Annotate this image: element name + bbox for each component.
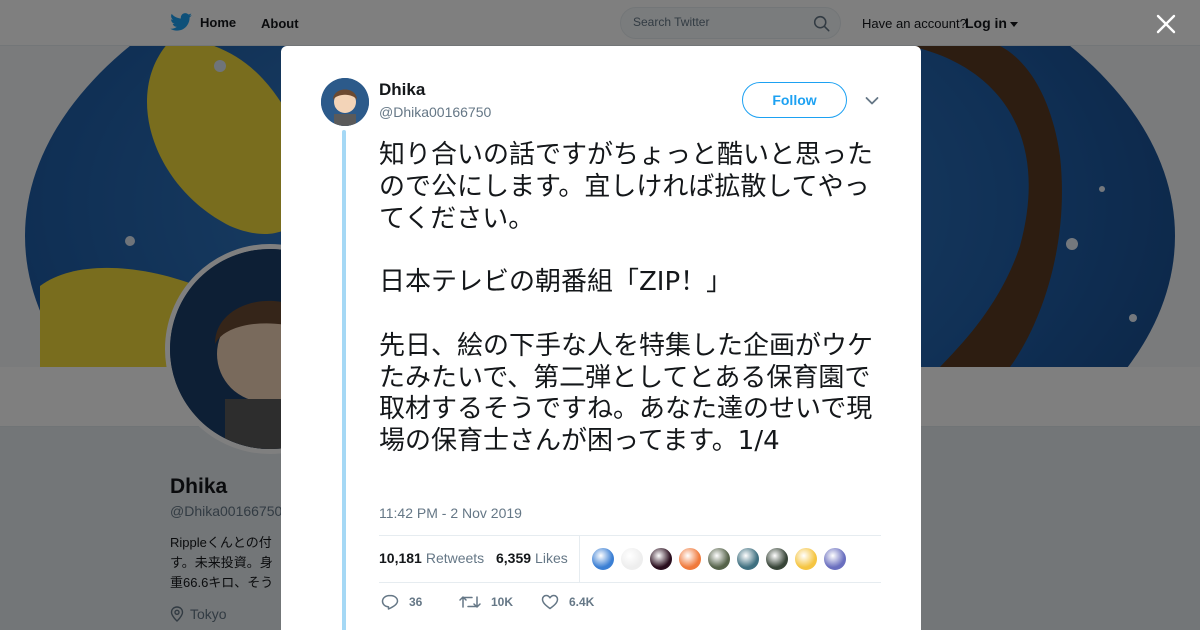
author-name[interactable]: Dhika (379, 80, 425, 100)
retweet-button[interactable]: 10K (459, 594, 513, 610)
author-handle[interactable]: @Dhika00166750 (379, 104, 491, 120)
retweets-count: 10,181 (379, 550, 422, 566)
liker-avatars (591, 547, 847, 571)
follow-button[interactable]: Follow (742, 82, 847, 118)
reply-count: 36 (409, 595, 423, 609)
stats-divider-bottom (379, 582, 881, 583)
like-button[interactable]: 6.4K (541, 594, 594, 610)
reply-icon (381, 594, 399, 610)
thread-line (342, 130, 346, 630)
liker-avatar[interactable] (678, 547, 702, 571)
liker-avatar[interactable] (591, 547, 615, 571)
stats-divider-top (379, 535, 881, 536)
tweet-modal: Dhika @Dhika00166750 Follow 知り合いの話ですがちょっ… (281, 46, 921, 630)
likes-stat[interactable]: 6,359 Likes (496, 550, 568, 566)
retweet-icon (459, 596, 481, 608)
heart-icon (541, 594, 559, 610)
liker-avatar[interactable] (620, 547, 644, 571)
retweets-label: Retweets (425, 550, 485, 566)
likes-label: Likes (535, 550, 568, 566)
liker-avatar[interactable] (707, 547, 731, 571)
liker-avatar[interactable] (794, 547, 818, 571)
likes-count: 6,359 (496, 550, 532, 566)
chevron-down-icon[interactable] (865, 96, 879, 106)
liker-avatar[interactable] (649, 547, 673, 571)
author-avatar[interactable] (321, 78, 369, 126)
retweets-stat[interactable]: 10,181 Retweets (379, 550, 484, 566)
reply-button[interactable]: 36 (381, 594, 422, 610)
stats-divider-vertical (579, 536, 580, 582)
liker-avatar[interactable] (765, 547, 789, 571)
retweet-action-count: 10K (491, 595, 514, 609)
liker-avatar[interactable] (823, 547, 847, 571)
liker-avatar[interactable] (736, 547, 760, 571)
tweet-text: 知り合いの話ですがちょっと酷いと思ったので公にします。宜しければ拡散してやってく… (379, 140, 874, 457)
author-avatar-image (321, 78, 369, 126)
tweet-timestamp[interactable]: 11:42 PM - 2 Nov 2019 (379, 505, 522, 521)
like-action-count: 6.4K (569, 595, 595, 609)
close-icon[interactable] (1152, 10, 1180, 38)
